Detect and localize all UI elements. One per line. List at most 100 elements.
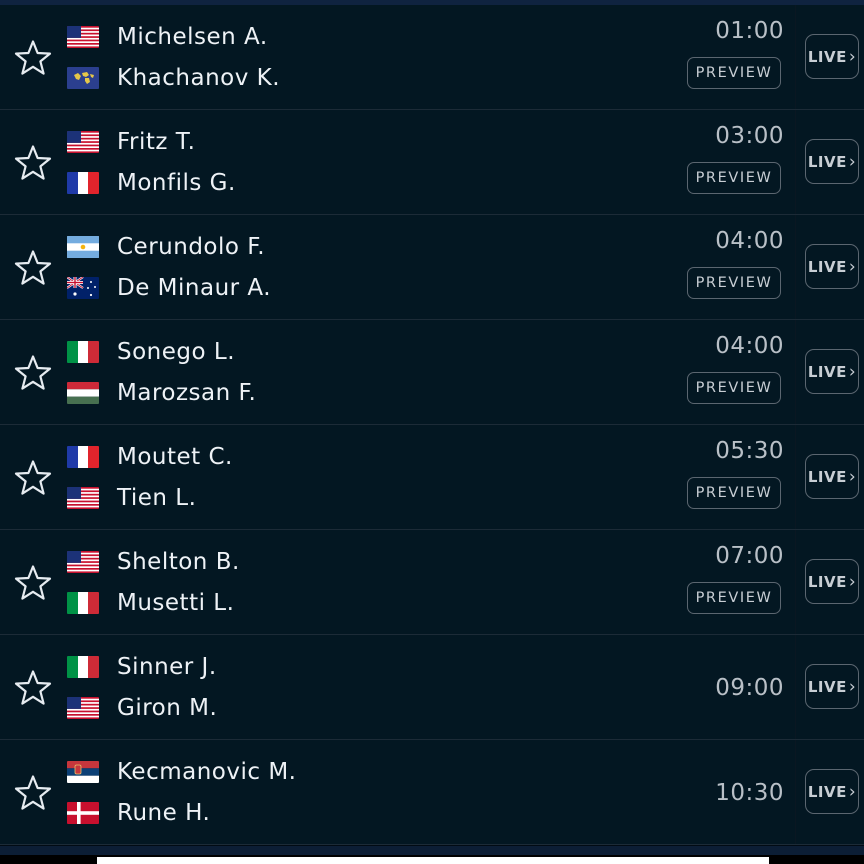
match-time: 01:00 [715, 18, 784, 44]
chevron-right-icon: › [848, 361, 857, 382]
live-button[interactable]: LIVE › [805, 559, 859, 604]
player-home: Kecmanovic M. [67, 757, 297, 787]
player-name: Michelsen A. [117, 24, 268, 50]
live-label: LIVE [807, 257, 847, 276]
favorite-star-icon[interactable] [13, 248, 53, 288]
match-list: Michelsen A. Khachanov K. 01:00 PREVIEW … [0, 5, 864, 845]
match-row[interactable]: Kecmanovic M. Rune H. 10:30 LIVE › [0, 740, 864, 845]
live-label: LIVE [807, 152, 847, 171]
player-home: Shelton B. [67, 547, 240, 577]
player-away: Rune H. [67, 798, 210, 828]
live-button[interactable]: LIVE › [805, 769, 859, 814]
player-name: Musetti L. [117, 590, 235, 616]
player-away: Marozsan F. [67, 378, 256, 408]
italy-flag-icon [67, 592, 99, 614]
preview-button[interactable]: PREVIEW [687, 372, 781, 404]
live-button[interactable]: LIVE › [805, 454, 859, 499]
favorite-star-icon[interactable] [13, 143, 53, 183]
player-home: Cerundolo F. [67, 232, 265, 262]
player-home: Sinner J. [67, 652, 217, 682]
match-time: 03:00 [715, 123, 784, 149]
favorite-star-icon[interactable] [13, 668, 53, 708]
us-flag-icon [67, 26, 99, 48]
match-time: 05:30 [715, 438, 784, 464]
favorite-star-icon[interactable] [13, 773, 53, 813]
match-time: 10:30 [715, 780, 784, 806]
live-button[interactable]: LIVE › [805, 664, 859, 709]
preview-button[interactable]: PREVIEW [687, 57, 781, 89]
player-name: Giron M. [117, 695, 218, 721]
player-home: Michelsen A. [67, 22, 268, 52]
match-row[interactable]: Cerundolo F. De Minaur A. 04:00 PREVIEW … [0, 215, 864, 320]
us-flag-icon [67, 697, 99, 719]
live-button[interactable]: LIVE › [805, 34, 859, 79]
live-label: LIVE [807, 677, 847, 696]
live-label: LIVE [807, 467, 847, 486]
italy-flag-icon [67, 341, 99, 363]
player-name: Cerundolo F. [117, 234, 266, 260]
us-flag-icon [67, 551, 99, 573]
italy-flag-icon [67, 656, 99, 678]
preview-button[interactable]: PREVIEW [687, 582, 781, 614]
us-flag-icon [67, 487, 99, 509]
favorite-star-icon[interactable] [13, 38, 53, 78]
match-row[interactable]: Fritz T. Monfils G. 03:00 PREVIEW LIVE › [0, 110, 864, 215]
match-time: 07:00 [715, 543, 784, 569]
player-away: Giron M. [67, 693, 217, 723]
player-name: Marozsan F. [117, 380, 257, 406]
live-label: LIVE [807, 572, 847, 591]
match-time: 04:00 [715, 228, 784, 254]
match-row[interactable]: Moutet C. Tien L. 05:30 PREVIEW LIVE › [0, 425, 864, 530]
favorite-star-icon[interactable] [13, 563, 53, 603]
player-name: Sinner J. [117, 654, 217, 680]
player-name: De Minaur A. [117, 275, 272, 301]
favorite-star-icon[interactable] [13, 458, 53, 498]
preview-button[interactable]: PREVIEW [687, 267, 781, 299]
match-time: 04:00 [715, 333, 784, 359]
match-time: 09:00 [715, 675, 784, 701]
denmark-flag-icon [67, 802, 99, 824]
chevron-right-icon: › [848, 256, 857, 277]
chevron-right-icon: › [848, 46, 857, 67]
match-row[interactable]: Michelsen A. Khachanov K. 01:00 PREVIEW … [0, 5, 864, 110]
player-away: Tien L. [67, 483, 196, 513]
match-row[interactable]: Sonego L. Marozsan F. 04:00 PREVIEW LIVE… [0, 320, 864, 425]
player-name: Moutet C. [117, 444, 233, 470]
chevron-right-icon: › [848, 781, 857, 802]
player-name: Sonego L. [117, 339, 236, 365]
favorite-star-icon[interactable] [13, 353, 53, 393]
player-name: Fritz T. [117, 129, 196, 155]
us-flag-icon [67, 131, 99, 153]
france-flag-icon [67, 172, 99, 194]
player-away: Khachanov K. [67, 63, 280, 93]
player-home: Fritz T. [67, 127, 195, 157]
live-button[interactable]: LIVE › [805, 349, 859, 394]
match-row[interactable]: Shelton B. Musetti L. 07:00 PREVIEW LIVE… [0, 530, 864, 635]
player-away: Musetti L. [67, 588, 234, 618]
chevron-right-icon: › [848, 676, 857, 697]
player-away: Monfils G. [67, 168, 236, 198]
player-name: Rune H. [117, 800, 211, 826]
player-name: Tien L. [117, 485, 197, 511]
live-button[interactable]: LIVE › [805, 244, 859, 289]
live-label: LIVE [807, 362, 847, 381]
chevron-right-icon: › [848, 571, 857, 592]
player-away: De Minaur A. [67, 273, 271, 303]
france-flag-icon [67, 446, 99, 468]
player-name: Shelton B. [117, 549, 240, 575]
preview-button[interactable]: PREVIEW [687, 477, 781, 509]
player-name: Khachanov K. [117, 65, 281, 91]
hungary-flag-icon [67, 382, 99, 404]
australia-flag-icon [67, 277, 99, 299]
chevron-right-icon: › [848, 466, 857, 487]
live-label: LIVE [807, 47, 847, 66]
neutral-flag-icon [67, 67, 99, 89]
live-button[interactable]: LIVE › [805, 139, 859, 184]
preview-button[interactable]: PREVIEW [687, 162, 781, 194]
player-name: Monfils G. [117, 170, 236, 196]
bottom-panel-edge [97, 857, 769, 864]
live-label: LIVE [807, 782, 847, 801]
player-home: Sonego L. [67, 337, 235, 367]
match-row[interactable]: Sinner J. Giron M. 09:00 LIVE › [0, 635, 864, 740]
serbia-flag-icon [67, 761, 99, 783]
